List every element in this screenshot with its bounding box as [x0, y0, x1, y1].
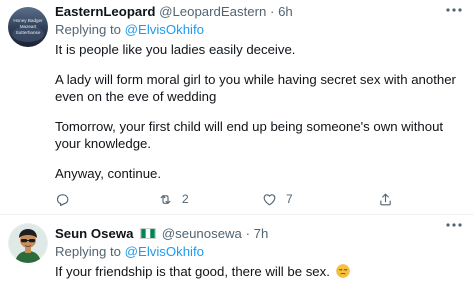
- like-button[interactable]: 7: [262, 190, 293, 208]
- tweet-content: EasternLeopard @LeopardEastern · 6h Repl…: [55, 3, 464, 182]
- more-icon: [446, 8, 462, 12]
- mention-link[interactable]: @ElvisOkhifo: [125, 244, 204, 259]
- retweet-button[interactable]: 2: [158, 190, 189, 208]
- reply-icon: [56, 193, 69, 206]
- mention-link[interactable]: @ElvisOkhifo: [125, 22, 204, 37]
- retweet-count: 2: [182, 192, 189, 206]
- tweet-text: It is people like you ladies easily dece…: [55, 41, 464, 182]
- user-handle[interactable]: @LeopardEastern: [159, 4, 266, 19]
- display-name[interactable]: Seun Osewa: [55, 226, 133, 241]
- retweet-icon: [160, 194, 171, 204]
- tweet-paragraph: A lady will form moral girl to you while…: [55, 72, 456, 104]
- more-options-button[interactable]: [444, 3, 464, 17]
- svg-text:Mazeart: Mazeart: [20, 24, 37, 29]
- tweet-paragraph: If your friendship is that good, there w…: [55, 264, 330, 279]
- separator-dot: ·: [269, 4, 275, 19]
- user-handle[interactable]: @seunosewa: [162, 226, 242, 241]
- separator-dot: ·: [245, 226, 250, 241]
- avatar-image: [8, 223, 48, 263]
- svg-text:Sutterhanse: Sutterhanse: [16, 30, 41, 35]
- replying-to: Replying to @ElvisOkhifo: [55, 21, 464, 38]
- svg-text:Honey Badger: Honey Badger: [13, 18, 43, 23]
- more-options-button[interactable]: [444, 218, 464, 232]
- tweet-reply-easternleopard[interactable]: Honey Badger Mazeart Sutterhanse Eastern…: [0, 0, 474, 214]
- share-icon: [380, 193, 391, 205]
- display-name[interactable]: EasternLeopard: [55, 4, 155, 19]
- tweet-text: If your friendship is that good, there w…: [55, 263, 464, 280]
- like-count: 7: [286, 192, 293, 206]
- timestamp[interactable]: 6h: [278, 4, 293, 19]
- tweet-header: EasternLeopard @LeopardEastern · 6h: [55, 3, 464, 20]
- unamused-face-emoji: [335, 264, 350, 278]
- tweet-actions: 2 7: [55, 190, 415, 208]
- replying-prefix: Replying to: [55, 244, 125, 259]
- reply-button[interactable]: [55, 190, 70, 208]
- avatar[interactable]: Honey Badger Mazeart Sutterhanse: [8, 7, 48, 47]
- tweet-content: Seun Osewa @seunosewa · 7h Replying to @…: [55, 225, 464, 280]
- nigeria-flag-icon: [140, 228, 157, 239]
- more-icon: [446, 223, 462, 227]
- tweet-paragraph: Anyway, continue.: [55, 166, 162, 181]
- avatar[interactable]: [8, 223, 48, 263]
- replying-prefix: Replying to: [55, 22, 125, 37]
- tweet-reply-seunosewa[interactable]: Seun Osewa @seunosewa · 7h Replying to @…: [0, 215, 474, 286]
- tweet-paragraph: Tomorrow, your first child will end up b…: [55, 119, 444, 151]
- timestamp[interactable]: 7h: [254, 226, 269, 241]
- share-button[interactable]: [378, 190, 393, 208]
- tweet-header: Seun Osewa @seunosewa · 7h: [55, 225, 464, 242]
- tweet-paragraph: It is people like you ladies easily dece…: [55, 42, 296, 57]
- heart-icon: [263, 193, 276, 205]
- replying-to: Replying to @ElvisOkhifo: [55, 243, 464, 260]
- avatar-image: Honey Badger Mazeart Sutterhanse: [8, 7, 48, 47]
